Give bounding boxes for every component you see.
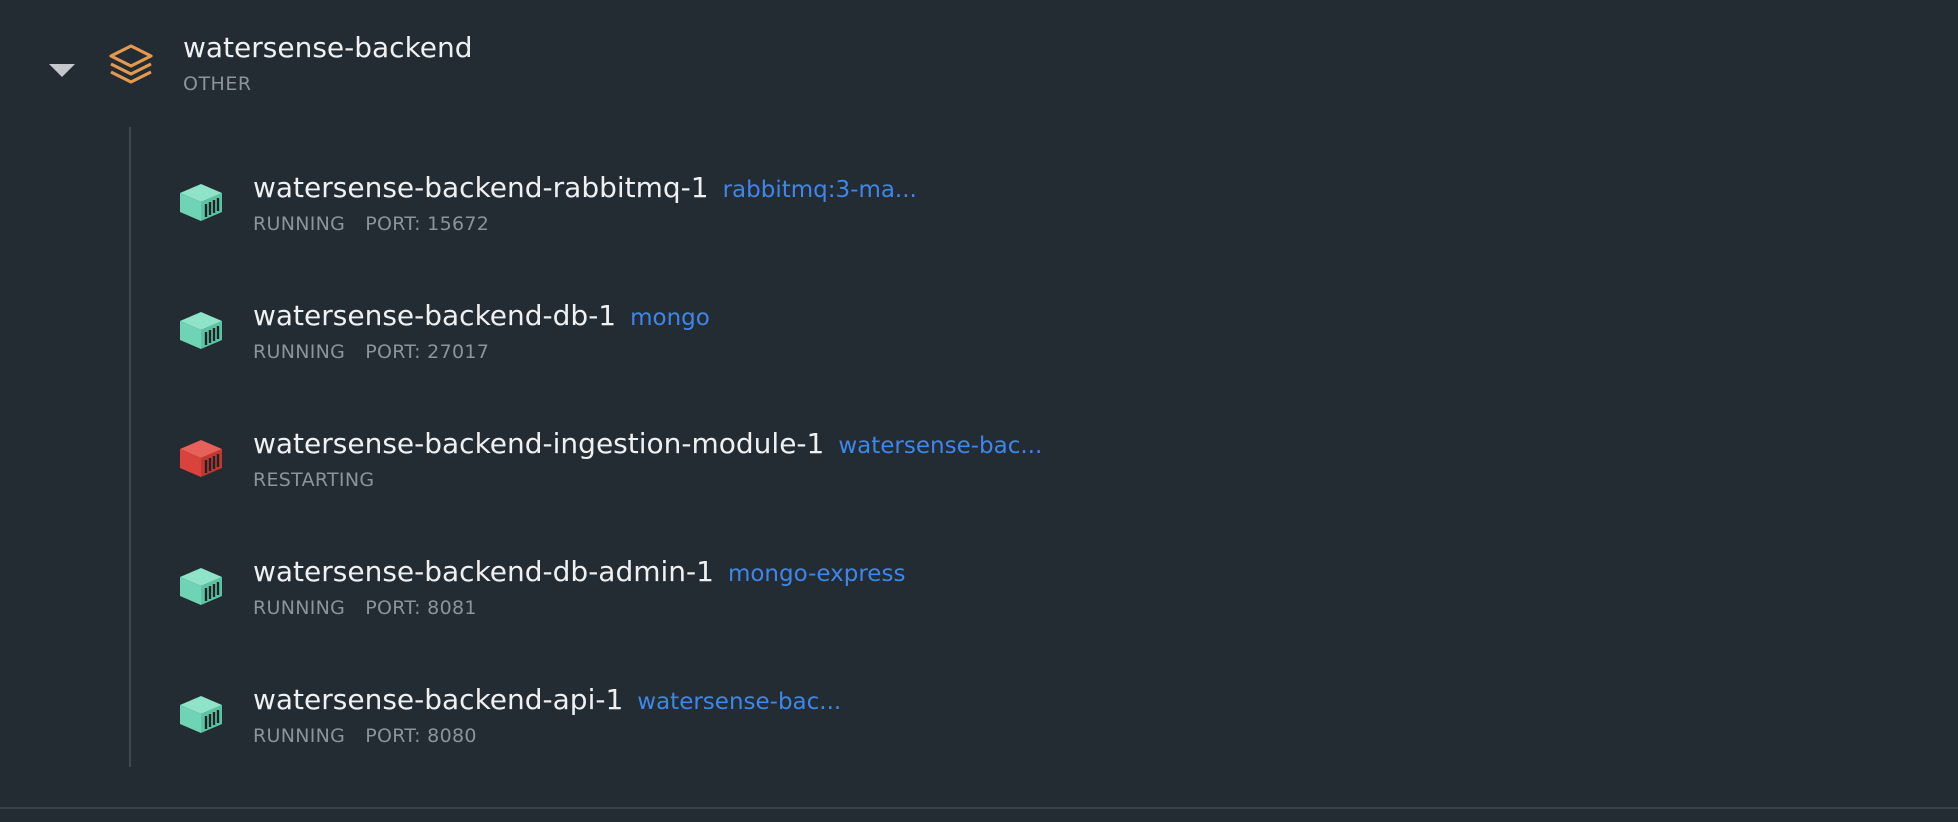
container-image-link[interactable]: watersense-bac... (637, 689, 841, 715)
container-name[interactable]: watersense-backend-api-1 (253, 683, 623, 716)
container-image-link[interactable]: watersense-bac... (838, 433, 1042, 459)
group-header[interactable]: watersense-backend OTHER (0, 0, 1958, 110)
container-icon (180, 440, 222, 477)
container-port: PORT: 15672 (365, 213, 490, 235)
container-name[interactable]: watersense-backend-ingestion-module-1 (253, 427, 824, 460)
container-row-db[interactable]: watersense-backend-db-1 mongo RUNNING PORT… (170, 268, 1870, 368)
container-name[interactable]: watersense-backend-db-1 (253, 299, 616, 332)
container-status: RUNNING (253, 725, 346, 747)
container-icon (180, 312, 222, 349)
group-title[interactable]: watersense-backend (183, 28, 473, 68)
container-row-rabbitmq[interactable]: watersense-backend-rabbitmq-1 rabbitmq:3-… (170, 140, 1870, 240)
container-port: PORT: 8081 (365, 597, 477, 619)
container-status: RUNNING (253, 213, 346, 235)
container-port: PORT: 8080 (365, 725, 477, 747)
container-name[interactable]: watersense-backend-rabbitmq-1 (253, 171, 709, 204)
container-status: RESTARTING (253, 469, 375, 491)
container-name[interactable]: watersense-backend-db-admin-1 (253, 555, 714, 588)
container-icon (180, 184, 222, 221)
container-image-link[interactable]: mongo (630, 305, 710, 331)
container-icon (180, 696, 222, 733)
container-image-link[interactable]: mongo-express (728, 561, 905, 587)
container-image-link[interactable]: rabbitmq:3-ma... (723, 177, 917, 203)
stack-layers-icon (109, 44, 153, 84)
containers-panel: watersense-backend OTHER watersense-back… (0, 0, 1958, 822)
container-icon (180, 568, 222, 605)
group-type: OTHER (183, 73, 252, 95)
collapse-caret-icon[interactable] (49, 64, 75, 77)
tree-connector-line (129, 127, 131, 767)
container-row-api[interactable]: watersense-backend-api-1 watersense-bac..… (170, 652, 1870, 752)
container-status: RUNNING (253, 597, 346, 619)
container-port: PORT: 27017 (365, 341, 490, 363)
divider (0, 807, 1958, 809)
container-row-db-admin[interactable]: watersense-backend-db-admin-1 mongo-expre… (170, 524, 1870, 624)
container-status: RUNNING (253, 341, 346, 363)
container-row-ingestion-module[interactable]: watersense-backend-ingestion-module-1 wat… (170, 396, 1870, 496)
